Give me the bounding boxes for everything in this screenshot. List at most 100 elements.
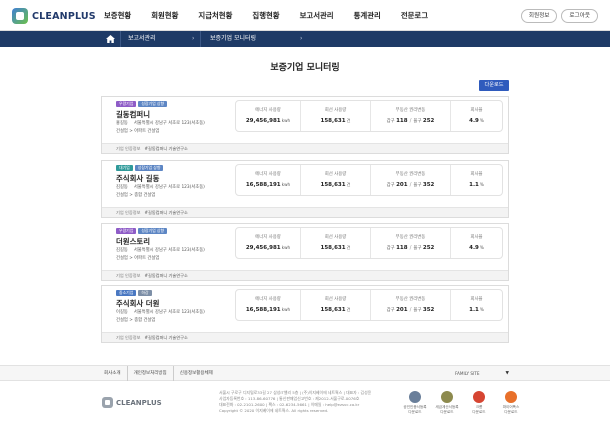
company-stats: 에너지 사용량 16,588,191kwh 회선 사용량 158,631건 부동산 권리… [235, 164, 503, 196]
realestate-a-label: 갑구 [386, 183, 397, 188]
footer-link-company[interactable]: 회사소개 [104, 366, 127, 381]
company-name[interactable]: 주식회사 더원 [116, 298, 159, 309]
status-badge: 우량기업 [116, 101, 137, 107]
download-badge[interactable]: 크롬 다운로드 [466, 391, 492, 414]
recovery-value: 158,631 [320, 182, 346, 188]
realestate-separator: / [409, 307, 412, 313]
footer-link-credit-info[interactable]: 신용정보활용체제 [172, 366, 219, 381]
download-badge[interactable]: 파이어폭스 다운로드 [498, 391, 524, 414]
rate-value: 4.9 [469, 118, 479, 124]
company-ceo-address: 김길동 서울특별시 강남구 서초로 123(서초동) [116, 247, 205, 253]
company-industry: 건설업 > 아파트 건설업 [116, 129, 160, 134]
company-card[interactable]: 우량기업 성장기업 상향더원스토리 김길동 서울특별시 강남구 서초로 123(서초동… [101, 223, 509, 281]
realestate-b-label: 을구 [413, 308, 423, 313]
stat-realestate-label: 부동산 권리변동 [395, 235, 426, 240]
home-icon[interactable] [104, 31, 118, 47]
download-badge[interactable]: 공인인증서등록 다운로드 [402, 391, 428, 414]
stat-energy-label: 에너지 사용량 [255, 108, 281, 113]
nav-message-log[interactable]: 전문로그 [401, 0, 428, 31]
stat-recovery-label: 회선 사용량 [324, 235, 347, 240]
stat-rate-label: 회사율 [470, 297, 483, 302]
stat-rate-value: 4.9% [451, 118, 502, 124]
stat-rate-value: 4.9% [451, 245, 502, 251]
main-nav: 보증현황 회원현황 지급처현황 집행현황 보고서관리 통계관리 전문로그 [104, 0, 448, 31]
company-name[interactable]: 더원스토리 [116, 236, 150, 247]
stat-energy: 에너지 사용량 29,456,981kwh [236, 101, 300, 131]
logo-text: CLEANPLUS [32, 10, 96, 22]
company-address: 서울특별시 강남구 서초로 123(서초동) [133, 185, 205, 190]
download-button[interactable]: 다운로드 [479, 80, 509, 91]
logo[interactable]: CLEANPLUS [12, 8, 96, 24]
stat-energy: 에너지 사용량 16,588,191kwh [236, 165, 300, 195]
realestate-b-label: 을구 [413, 119, 423, 124]
stat-rate: 회사율 4.9% [450, 101, 502, 131]
realestate-a-value: 118 [396, 118, 408, 124]
energy-value: 29,456,981 [245, 245, 281, 251]
logo-icon [12, 8, 28, 24]
company-industry: 건설업 > 아파트 건설업 [116, 256, 160, 261]
recovery-unit: 건 [346, 118, 351, 123]
stat-recovery-label: 회선 사용량 [324, 297, 347, 302]
certificate-icon [409, 391, 421, 403]
realestate-b-label: 을구 [413, 183, 423, 188]
company-industry: 건설업 > 종합 건설업 [116, 193, 156, 198]
status-badge: 하강 [138, 290, 152, 296]
company-name[interactable]: 주식회사 길동 [116, 173, 159, 184]
stat-rate-label: 회사율 [470, 235, 483, 240]
stat-recovery-value: 158,631건 [301, 118, 370, 124]
stat-realestate-value: 갑구 118/을구 252 [371, 245, 450, 251]
nav-report-management[interactable]: 보고서관리 [300, 0, 334, 31]
stat-rate: 회사율 4.9% [450, 228, 502, 258]
download-badge[interactable]: 세금계산서등록 다운로드 [434, 391, 460, 414]
company-tags: 우량기업 성장기업 상향 [116, 228, 169, 234]
logo-icon [102, 397, 113, 408]
stat-recovery-label: 회선 사용량 [324, 108, 347, 113]
company-card[interactable]: 중소기업 하강 주식회사 더원 이길동 서울특별시 강남구 서초로 123(서초동) 건설… [101, 285, 509, 343]
realestate-a-value: 201 [396, 182, 408, 188]
nav-payee-status[interactable]: 지급처현황 [198, 0, 232, 31]
company-card[interactable]: 대기업 성장기업 상향 주식회사 길동 김길동 서울특별시 강남구 서초로 123(서초… [101, 160, 509, 218]
company-name[interactable]: 길동컴퍼니 [116, 109, 150, 120]
badge-sublabel: 다운로드 [504, 409, 518, 414]
stat-energy-label: 에너지 사용량 [255, 297, 281, 302]
stat-realestate: 부동산 권리변동갑구 118/을구 252 [370, 228, 450, 258]
nav-statistics-management[interactable]: 통계관리 [354, 0, 381, 31]
cert-label: 기업 인증정보 [116, 273, 141, 278]
cert-label: 기업 인증정보 [116, 335, 141, 340]
energy-value: 29,456,981 [245, 118, 281, 124]
stat-realestate: 부동산 권리변동 갑구 201/을구 352 [370, 290, 450, 320]
breadcrumb-level2[interactable]: 보증기업 모니터링 [210, 31, 256, 47]
nav-execution-status[interactable]: 집행현황 [252, 0, 279, 31]
breadcrumb-level1[interactable]: 보고서관리 [128, 31, 156, 47]
status-badge: 우량기업 [116, 228, 137, 234]
company-stats: 에너지 사용량 16,588,191kwh 회선 사용량 158,631건 부동산 권리… [235, 289, 503, 321]
logout-button[interactable]: 로그아웃 [561, 9, 598, 23]
company-ceo-address: 홍길동 서울특별시 강남구 서초로 123(서초동) [116, 120, 205, 126]
realestate-b-value: 352 [422, 307, 435, 313]
company-ceo: 김길동 [116, 248, 128, 253]
recovery-unit: 건 [346, 182, 351, 187]
nav-guarantee-status[interactable]: 보증현황 [104, 0, 131, 31]
realestate-a-label: 갑구 [386, 119, 397, 124]
stat-energy-value: 29,456,981kwh [236, 118, 300, 124]
nav-member-status[interactable]: 회원현황 [151, 0, 178, 31]
chevron-right-icon: › [300, 35, 303, 42]
member-info-button[interactable]: 회원정보 [520, 9, 558, 23]
stat-recovery-value: 158,631건 [301, 307, 370, 313]
family-site-select[interactable]: FAMILY SITE ▼ [455, 370, 509, 378]
company-industry: 건설업 > 종합 건설업 [116, 318, 156, 323]
stat-recovery: 회선 사용량 158,631건 [300, 228, 370, 258]
footer-links-bar: 회사소개 개인정보처리방침 신용정보활용체제 FAMILY SITE ▼ [0, 365, 610, 381]
company-tags: 대기업 성장기업 상향 [116, 165, 165, 171]
stat-rate: 회사율 1.1% [450, 290, 502, 320]
company-card[interactable]: 우량기업 성장기업 상향길동컴퍼니 홍길동 서울특별시 강남구 서초로 123(서초동… [101, 96, 509, 154]
realestate-b-value: 252 [422, 245, 435, 251]
footer-address: 서울시 구로구 디지털로33길 27 삼성IT밸리 5층 | (주)이지베이에 … [219, 390, 399, 414]
company-tags: 우량기업 성장기업 상향 [116, 101, 169, 107]
energy-unit: kwh [281, 182, 291, 187]
cert-value: #길동컴퍼니 기술연구소 [144, 210, 188, 215]
stat-rate-value: 1.1% [451, 182, 502, 188]
stat-realestate-value: 갑구 118/을구 252 [371, 118, 450, 124]
footer-link-privacy[interactable]: 개인정보처리방침 [126, 366, 173, 381]
footer: CLEANPLUS 서울시 구로구 디지털로33길 27 삼성IT밸리 5층 |… [0, 381, 610, 427]
